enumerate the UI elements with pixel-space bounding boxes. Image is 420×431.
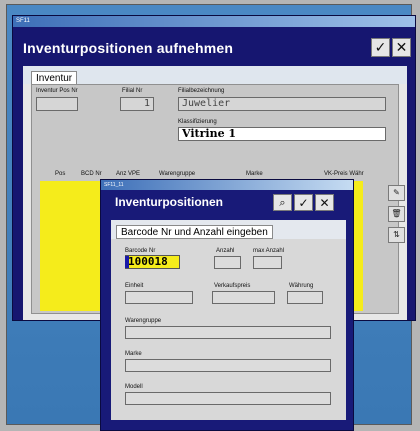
barcode-input[interactable]: 100018	[125, 255, 180, 269]
dialog-tab-strip: Barcode Nr und Anzahl eingeben	[111, 220, 346, 239]
tab-strip: Inventur	[23, 66, 407, 84]
max-anzahl-label: max Anzahl	[253, 248, 285, 254]
trash-icon: 🗑	[391, 209, 402, 218]
text-cursor	[125, 256, 129, 268]
search-button[interactable]: ⌕	[273, 194, 292, 211]
col-header-bcd-nr: BCD Nr	[81, 171, 102, 177]
waehrung-label: Währung	[289, 283, 314, 289]
klassifizierung-label: Klassifizierung	[178, 119, 217, 125]
sort-button[interactable]: ⇅	[388, 227, 405, 243]
einheit-field[interactable]	[125, 291, 193, 304]
verkaufspreis-label: Verkaufspreis	[214, 283, 251, 289]
col-header-anz-vpe: Anz VPE	[116, 171, 141, 177]
close-icon: ✕	[395, 39, 408, 56]
checkmark-icon: ✓	[374, 39, 387, 56]
col-header-warengruppe: Warengruppe	[159, 171, 196, 177]
sort-icon: ⇅	[393, 230, 400, 239]
window-caption-bar: SF11	[13, 16, 415, 27]
einheit-label: Einheit	[125, 283, 144, 289]
barcode-label: Barcode Nr	[125, 248, 156, 254]
anzahl-field[interactable]	[214, 256, 241, 269]
col-header-vk-preis: VK-Preis Währ	[324, 171, 364, 177]
dialog-caption-bar: SF11_11	[101, 180, 353, 190]
inventur-pos-nr-field[interactable]	[36, 97, 78, 111]
close-button[interactable]: ✕	[392, 38, 411, 57]
inventur-pos-nr-label: Inventur Pos Nr	[36, 88, 78, 94]
edit-button[interactable]: ✎	[388, 185, 405, 201]
search-icon: ⌕	[279, 195, 286, 209]
tab-inventur[interactable]: Inventur	[31, 71, 78, 84]
anzahl-label: Anzahl	[216, 248, 235, 254]
filial-nr-label: Filial Nr	[122, 88, 143, 94]
filialbezeichnung-label: Filialbezeichnung	[178, 88, 225, 94]
warengruppe-label: Warengruppe	[125, 318, 162, 324]
col-header-marke: Marke	[246, 171, 263, 177]
dialog-close-button[interactable]: ✕	[315, 194, 334, 211]
verkaufspreis-field[interactable]	[212, 291, 275, 304]
modell-label: Modell	[125, 384, 143, 390]
position-dialog: SF11_11 Inventurpositionen ⌕ ✓ ✕ Barcode…	[100, 179, 354, 431]
window-title: Inventurpositionen aufnehmen	[23, 40, 234, 56]
close-icon: ✕	[319, 195, 330, 210]
dialog-panel: Barcode Nr und Anzahl eingeben Barcode N…	[111, 220, 346, 420]
marke-field[interactable]	[125, 359, 331, 372]
checkmark-icon: ✓	[298, 195, 309, 210]
filial-nr-field[interactable]: 1	[120, 97, 154, 111]
dialog-ok-button[interactable]: ✓	[294, 194, 313, 211]
col-header-pos: Pos	[55, 171, 66, 177]
max-anzahl-field[interactable]	[253, 256, 282, 269]
delete-button[interactable]: 🗑	[388, 206, 405, 222]
ok-button[interactable]: ✓	[371, 38, 390, 57]
dialog-title: Inventurpositionen	[115, 195, 223, 209]
marke-label: Marke	[125, 351, 142, 357]
filialbezeichnung-field[interactable]: Juwelier	[178, 97, 386, 111]
tab-barcode-anzahl[interactable]: Barcode Nr und Anzahl eingeben	[116, 225, 273, 239]
modell-field[interactable]	[125, 392, 331, 405]
edit-icon: ✎	[393, 188, 400, 197]
warengruppe-field[interactable]	[125, 326, 331, 339]
klassifizierung-field[interactable]: Vitrine 1	[178, 127, 386, 141]
waehrung-field[interactable]	[287, 291, 323, 304]
